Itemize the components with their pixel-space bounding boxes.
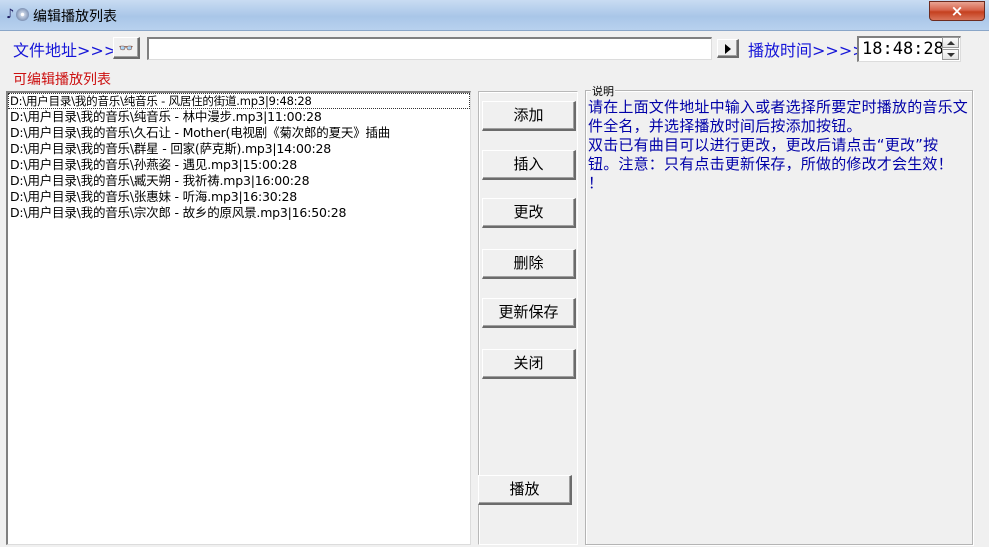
description-group: 说明 请在上面文件地址中输入或者选择所要定时播放的音乐文件全名，并选择播放时间后… bbox=[585, 83, 973, 545]
list-item[interactable]: D:\用户目录\我的音乐\纯音乐 - 风居住的街道.mp3|9:48:28 bbox=[8, 93, 470, 109]
file-address-label: 文件地址>>> bbox=[13, 41, 118, 60]
list-item[interactable]: D:\用户目录\我的音乐\群星 - 回家(萨克斯).mp3|14:00:28 bbox=[8, 141, 470, 157]
spin-down-icon[interactable] bbox=[942, 49, 959, 60]
window-title: 编辑播放列表 bbox=[33, 9, 117, 25]
insert-button[interactable]: 插入 bbox=[482, 150, 576, 180]
window-client-area: 文件地址>>> 👓 播放时间>>>> 18:48:28 可编辑播放列表 D:\用… bbox=[0, 31, 989, 547]
add-button[interactable]: 添加 bbox=[482, 101, 576, 131]
close-window-button[interactable]: × bbox=[929, 1, 985, 21]
update-save-button[interactable]: 更新保存 bbox=[482, 298, 576, 328]
play-arrow-icon bbox=[725, 44, 731, 54]
list-item[interactable]: D:\用户目录\我的音乐\张惠妹 - 听海.mp3|16:30:28 bbox=[8, 189, 470, 205]
delete-button[interactable]: 删除 bbox=[482, 249, 576, 279]
close-button[interactable]: 关闭 bbox=[482, 349, 576, 379]
title-bar[interactable]: ♪ 编辑播放列表 × bbox=[0, 0, 989, 31]
list-item[interactable]: D:\用户目录\我的音乐\臧天朔 - 我祈祷.mp3|16:00:28 bbox=[8, 173, 470, 189]
file-address-input[interactable] bbox=[147, 37, 712, 60]
music-disc-icon: ♪ bbox=[6, 6, 29, 24]
play-button[interactable]: 播放 bbox=[478, 475, 572, 505]
time-spinner[interactable] bbox=[942, 37, 960, 61]
description-legend: 说明 bbox=[591, 83, 615, 99]
browse-file-button[interactable]: 👓 bbox=[113, 37, 140, 59]
list-item[interactable]: D:\用户目录\我的音乐\孙燕姿 - 遇见.mp3|15:00:28 bbox=[8, 157, 470, 173]
list-item[interactable]: D:\用户目录\我的音乐\纯音乐 - 林中漫步.mp3|11:00:28 bbox=[8, 109, 470, 125]
play-time-value: 18:48:28 bbox=[862, 39, 944, 59]
modify-button[interactable]: 更改 bbox=[482, 198, 576, 228]
list-item[interactable]: D:\用户目录\我的音乐\久石让 - Mother(电视剧《菊次郎的夏天》插曲 bbox=[8, 125, 470, 141]
list-item[interactable]: D:\用户目录\我的音乐\宗次郎 - 故乡的原风景.mp3|16:50:28 bbox=[8, 205, 470, 221]
playlist-listbox[interactable]: D:\用户目录\我的音乐\纯音乐 - 风居住的街道.mp3|9:48:28 D:… bbox=[6, 91, 471, 545]
binoculars-icon: 👓 bbox=[118, 41, 134, 55]
spin-up-icon[interactable] bbox=[942, 37, 959, 48]
preview-play-button[interactable] bbox=[717, 39, 739, 58]
play-time-label: 播放时间>>>> bbox=[748, 41, 866, 60]
playlist-header: 可编辑播放列表 bbox=[13, 72, 111, 88]
description-text: 请在上面文件地址中输入或者选择所要定时播放的音乐文件全名，并选择播放时间后按添加… bbox=[588, 98, 969, 192]
